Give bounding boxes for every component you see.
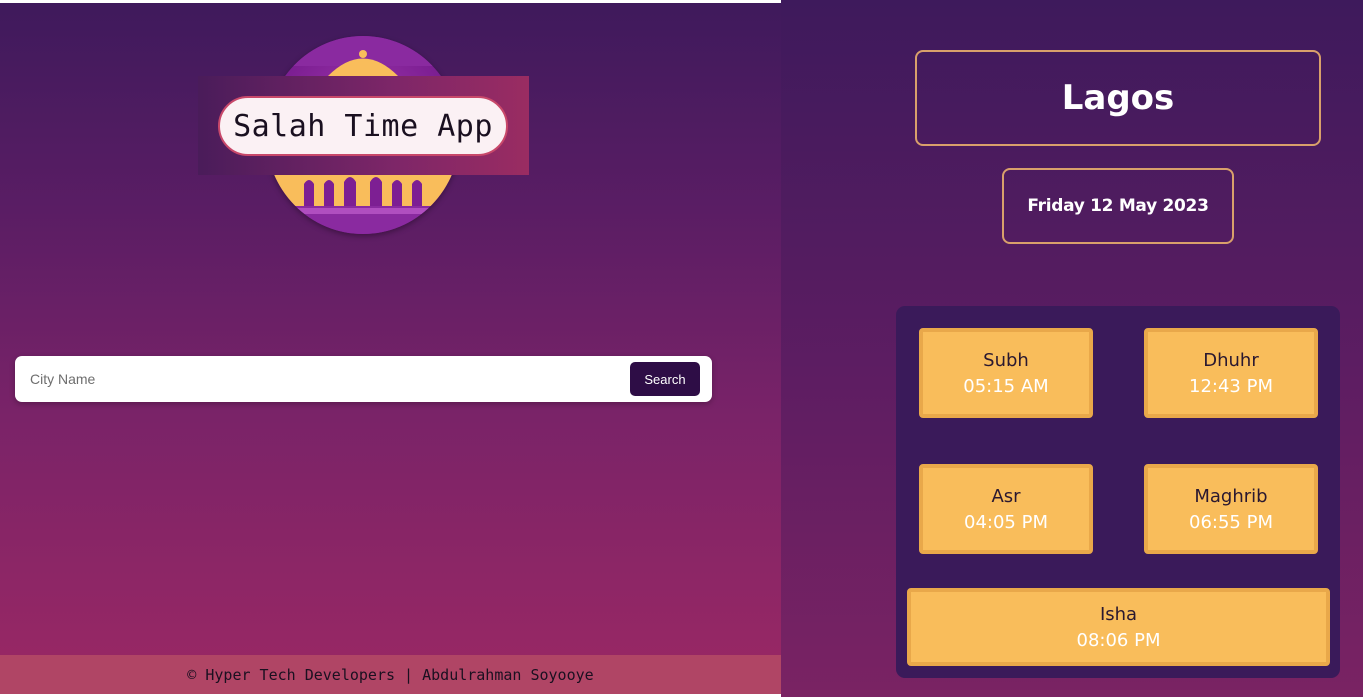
- prayer-name: Dhuhr: [1203, 349, 1259, 371]
- prayer-card-isha: Isha 08:06 PM: [907, 588, 1330, 666]
- city-name: Lagos: [915, 50, 1321, 146]
- prayer-times-panel: Subh 05:15 AM Dhuhr 12:43 PM Asr 04:05 P…: [896, 306, 1340, 678]
- prayer-name: Subh: [983, 349, 1029, 371]
- prayer-time: 06:55 PM: [1189, 511, 1273, 533]
- prayer-time: 12:43 PM: [1189, 375, 1273, 397]
- prayer-time: 04:05 PM: [964, 511, 1048, 533]
- footer: © Hyper Tech Developers | Abdulrahman So…: [0, 655, 781, 694]
- prayer-name: Maghrib: [1194, 485, 1268, 507]
- prayer-card-subh: Subh 05:15 AM: [919, 328, 1093, 418]
- prayer-time: 05:15 AM: [963, 375, 1049, 397]
- prayer-card-maghrib: Maghrib 06:55 PM: [1144, 464, 1318, 554]
- app-title: Salah Time App: [218, 96, 508, 156]
- prayer-name: Asr: [991, 485, 1021, 507]
- prayer-card-dhuhr: Dhuhr 12:43 PM: [1144, 328, 1318, 418]
- search-panel: Salah Time App Search © Hyper Tech Devel…: [0, 3, 781, 694]
- city-search-input[interactable]: [15, 356, 625, 402]
- logo-banner: Salah Time App: [198, 76, 529, 175]
- search-button[interactable]: Search: [630, 362, 700, 396]
- results-panel: Lagos Friday 12 May 2023 Subh 05:15 AM D…: [781, 0, 1363, 697]
- current-date: Friday 12 May 2023: [1002, 168, 1234, 244]
- app-logo: Salah Time App: [198, 36, 529, 241]
- prayer-card-asr: Asr 04:05 PM: [919, 464, 1093, 554]
- footer-credit: © Hyper Tech Developers | Abdulrahman So…: [187, 665, 594, 684]
- search-bar: Search: [15, 356, 712, 402]
- prayer-time: 08:06 PM: [1076, 629, 1161, 651]
- prayer-name: Isha: [1099, 603, 1138, 625]
